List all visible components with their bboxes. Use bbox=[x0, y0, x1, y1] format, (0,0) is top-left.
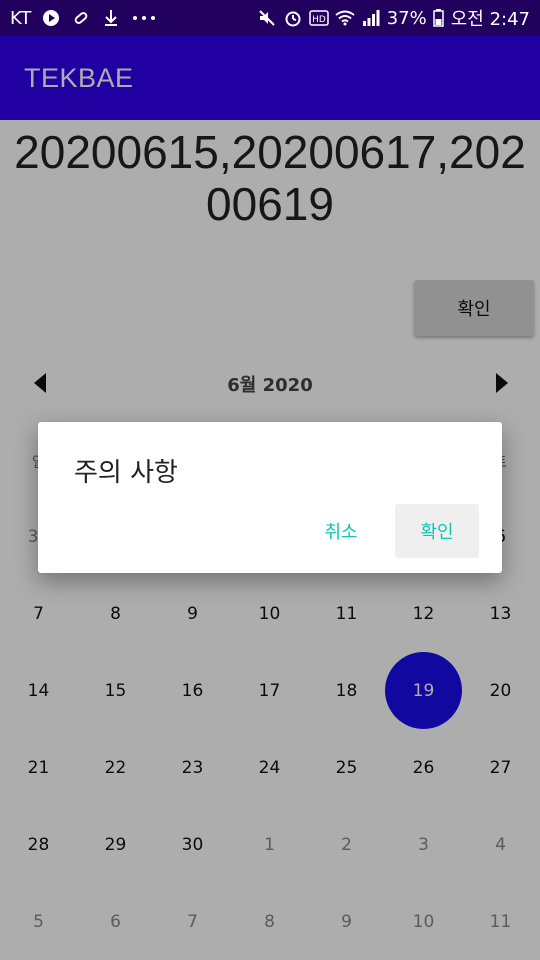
status-left: KT bbox=[10, 8, 157, 29]
battery-icon bbox=[433, 8, 445, 28]
alert-dialog: 주의 사항 취소 확인 bbox=[38, 422, 502, 573]
clock: 오전 2:47 bbox=[450, 9, 530, 30]
dialog-title: 주의 사항 bbox=[74, 458, 178, 488]
bandage-icon bbox=[71, 8, 91, 28]
download-icon bbox=[101, 8, 121, 28]
dialog-cancel-button[interactable]: 취소 bbox=[310, 504, 372, 558]
dialog-ok-button[interactable]: 확인 bbox=[395, 504, 479, 558]
carrier-label: KT bbox=[10, 7, 32, 29]
more-icon bbox=[131, 8, 157, 28]
status-bar: KT HD 37% 오전 2:47 bbox=[0, 0, 540, 36]
signal-icon bbox=[361, 8, 381, 28]
alarm-icon bbox=[283, 8, 303, 28]
record-icon bbox=[41, 8, 61, 28]
hd-icon: HD bbox=[308, 8, 329, 28]
battery-percent: 37% bbox=[386, 7, 427, 29]
wifi-icon bbox=[335, 8, 355, 28]
status-right: HD 37% 오전 2:47 bbox=[257, 5, 530, 31]
svg-text:HD: HD bbox=[312, 15, 326, 25]
mute-icon bbox=[257, 8, 277, 28]
